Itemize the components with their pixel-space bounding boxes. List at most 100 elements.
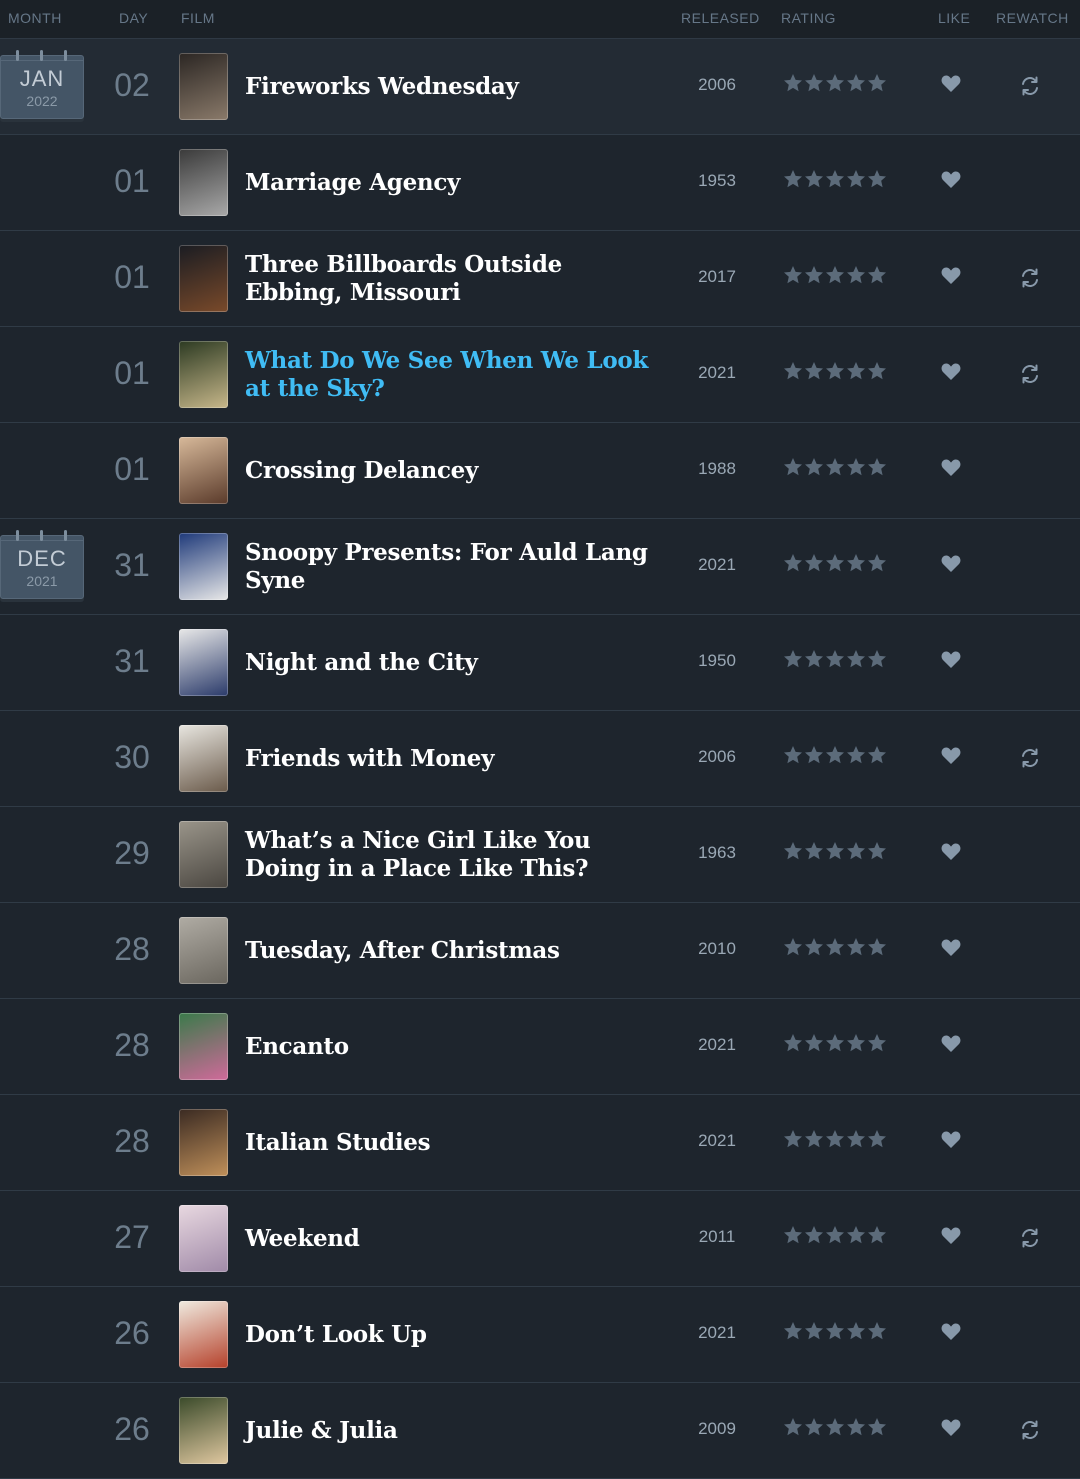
film-title[interactable]: Tuesday, After Christmas xyxy=(245,903,655,998)
film-poster[interactable] xyxy=(179,1205,228,1272)
diary-entry-row-12[interactable]: 27 Weekend 2011 xyxy=(0,1191,1080,1287)
rewatch-icon[interactable] xyxy=(1019,1419,1041,1441)
like-heart-icon[interactable] xyxy=(941,1227,961,1245)
rewatch-icon[interactable] xyxy=(1019,1227,1041,1249)
film-poster[interactable] xyxy=(179,917,228,984)
film-poster[interactable] xyxy=(179,821,228,888)
header-day[interactable]: Day xyxy=(119,10,148,26)
header-rewatch[interactable]: Rewatch xyxy=(996,10,1069,26)
diary-entry-row-5[interactable]: DEC 2021 31 Snoopy Presents: For Auld La… xyxy=(0,519,1080,615)
entry-day[interactable]: 28 xyxy=(104,931,160,968)
like-heart-icon[interactable] xyxy=(941,1323,961,1341)
film-poster[interactable] xyxy=(179,629,228,696)
diary-entry-row-1[interactable]: 01 Marriage Agency 1953 xyxy=(0,135,1080,231)
like-heart-icon[interactable] xyxy=(941,555,961,573)
diary-entry-row-3[interactable]: 01 What Do We See When We Look at the Sk… xyxy=(0,327,1080,423)
header-month[interactable]: Month xyxy=(8,10,62,26)
header-film[interactable]: Film xyxy=(181,10,215,26)
like-heart-icon[interactable] xyxy=(941,459,961,477)
film-poster[interactable] xyxy=(179,1301,228,1368)
film-title[interactable]: What’s a Nice Girl Like You Doing in a P… xyxy=(245,807,655,902)
diary-entry-row-14[interactable]: 26 Julie & Julia 2009 xyxy=(0,1383,1080,1479)
entry-day[interactable]: 28 xyxy=(104,1027,160,1064)
entry-day[interactable]: 27 xyxy=(104,1219,160,1256)
film-title[interactable]: Fireworks Wednesday xyxy=(245,39,655,134)
film-poster[interactable] xyxy=(179,245,228,312)
entry-day[interactable]: 01 xyxy=(104,259,160,296)
film-title[interactable]: Encanto xyxy=(245,999,655,1094)
like-heart-icon[interactable] xyxy=(941,747,961,765)
like-heart-icon[interactable] xyxy=(941,267,961,285)
like-heart-icon[interactable] xyxy=(941,843,961,861)
entry-day[interactable]: 02 xyxy=(104,67,160,104)
film-poster[interactable] xyxy=(179,1397,228,1464)
release-year[interactable]: 2011 xyxy=(682,1227,752,1247)
release-year[interactable]: 2006 xyxy=(682,747,752,767)
entry-day[interactable]: 31 xyxy=(104,547,160,584)
film-title[interactable]: Marriage Agency xyxy=(245,135,655,230)
film-title[interactable]: Friends with Money xyxy=(245,711,655,806)
release-year[interactable]: 2021 xyxy=(682,555,752,575)
film-title[interactable]: Julie & Julia xyxy=(245,1383,655,1478)
rewatch-icon[interactable] xyxy=(1019,267,1041,289)
diary-entry-row-8[interactable]: 29 What’s a Nice Girl Like You Doing in … xyxy=(0,807,1080,903)
like-heart-icon[interactable] xyxy=(941,1419,961,1437)
rewatch-icon[interactable] xyxy=(1019,363,1041,385)
release-year[interactable]: 1953 xyxy=(682,171,752,191)
release-year[interactable]: 2006 xyxy=(682,75,752,95)
entry-day[interactable]: 26 xyxy=(104,1411,160,1448)
film-title[interactable]: Italian Studies xyxy=(245,1095,655,1190)
film-poster[interactable] xyxy=(179,1013,228,1080)
like-heart-icon[interactable] xyxy=(941,75,961,93)
entry-day[interactable]: 28 xyxy=(104,1123,160,1160)
release-year[interactable]: 2021 xyxy=(682,363,752,383)
entry-day[interactable]: 31 xyxy=(104,643,160,680)
entry-day[interactable]: 29 xyxy=(104,835,160,872)
like-heart-icon[interactable] xyxy=(941,939,961,957)
release-year[interactable]: 1950 xyxy=(682,651,752,671)
entry-day[interactable]: 26 xyxy=(104,1315,160,1352)
film-title[interactable]: What Do We See When We Look at the Sky? xyxy=(245,327,655,422)
release-year[interactable]: 2021 xyxy=(682,1035,752,1055)
film-title[interactable]: Night and the City xyxy=(245,615,655,710)
header-released[interactable]: Released xyxy=(681,10,760,26)
release-year[interactable]: 2010 xyxy=(682,939,752,959)
film-poster[interactable] xyxy=(179,1109,228,1176)
release-year[interactable]: 1963 xyxy=(682,843,752,863)
header-like[interactable]: Like xyxy=(938,10,970,26)
film-title[interactable]: Snoopy Presents: For Auld Lang Syne xyxy=(245,519,655,614)
release-year[interactable]: 2021 xyxy=(682,1131,752,1151)
film-title[interactable]: Don’t Look Up xyxy=(245,1287,655,1382)
film-title[interactable]: Three Billboards Outside Ebbing, Missour… xyxy=(245,231,655,326)
diary-entry-row-0[interactable]: JAN 2022 02 Fireworks Wednesday 2006 xyxy=(0,39,1080,135)
entry-day[interactable]: 01 xyxy=(104,451,160,488)
film-poster[interactable] xyxy=(179,725,228,792)
like-heart-icon[interactable] xyxy=(941,1035,961,1053)
diary-entry-row-13[interactable]: 26 Don’t Look Up 2021 xyxy=(0,1287,1080,1383)
calendar-badge[interactable]: JAN 2022 xyxy=(0,50,84,121)
film-poster[interactable] xyxy=(179,341,228,408)
release-year[interactable]: 1988 xyxy=(682,459,752,479)
like-heart-icon[interactable] xyxy=(941,651,961,669)
calendar-badge[interactable]: DEC 2021 xyxy=(0,530,84,601)
diary-entry-row-9[interactable]: 28 Tuesday, After Christmas 2010 xyxy=(0,903,1080,999)
diary-entry-row-10[interactable]: 28 Encanto 2021 xyxy=(0,999,1080,1095)
film-poster[interactable] xyxy=(179,437,228,504)
release-year[interactable]: 2009 xyxy=(682,1419,752,1439)
diary-entry-row-6[interactable]: 31 Night and the City 1950 xyxy=(0,615,1080,711)
film-poster[interactable] xyxy=(179,533,228,600)
rewatch-icon[interactable] xyxy=(1019,747,1041,769)
rewatch-icon[interactable] xyxy=(1019,75,1041,97)
diary-entry-row-11[interactable]: 28 Italian Studies 2021 xyxy=(0,1095,1080,1191)
like-heart-icon[interactable] xyxy=(941,363,961,381)
entry-day[interactable]: 30 xyxy=(104,739,160,776)
diary-entry-row-2[interactable]: 01 Three Billboards Outside Ebbing, Miss… xyxy=(0,231,1080,327)
like-heart-icon[interactable] xyxy=(941,1131,961,1149)
diary-entry-row-4[interactable]: 01 Crossing Delancey 1988 xyxy=(0,423,1080,519)
release-year[interactable]: 2017 xyxy=(682,267,752,287)
film-title[interactable]: Weekend xyxy=(245,1191,655,1286)
header-rating[interactable]: Rating xyxy=(781,10,836,26)
release-year[interactable]: 2021 xyxy=(682,1323,752,1343)
diary-entry-row-7[interactable]: 30 Friends with Money 2006 xyxy=(0,711,1080,807)
like-heart-icon[interactable] xyxy=(941,171,961,189)
